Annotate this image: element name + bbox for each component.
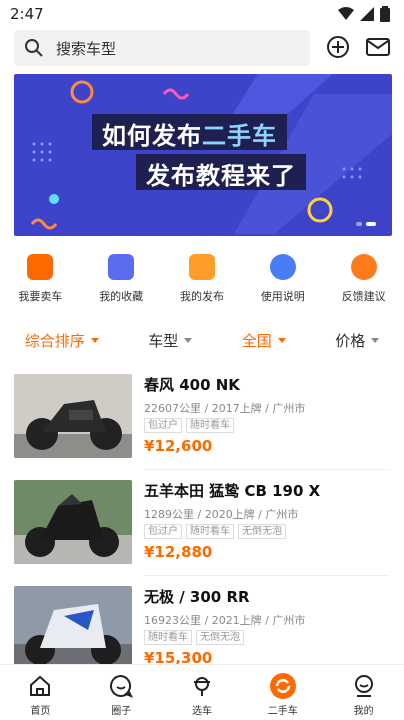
quick-feedback[interactable]: 反馈建议	[324, 250, 404, 310]
quick-favorites[interactable]: 我的收藏	[81, 250, 161, 310]
quick-nav: 我要卖车 我的收藏 我的发布 使用说明 反馈建议	[0, 250, 404, 310]
search-placeholder: 搜索车型	[56, 39, 117, 58]
tag: 随时看车	[144, 630, 192, 645]
my-posts-icon	[188, 254, 215, 280]
status-bar: 2:47	[0, 0, 404, 28]
feedback-icon	[350, 254, 377, 280]
filter-bar: 综合排序 车型 全国 价格	[0, 322, 404, 358]
listing-price: ¥12,880	[144, 543, 213, 561]
tag: 包过户	[144, 524, 182, 539]
listing-meta: 22607公里 / 2017上牌 / 广州市	[144, 402, 306, 415]
profile-icon	[351, 673, 377, 699]
promo-banner[interactable]: 如何发布二手车 发布教程来了	[14, 74, 392, 236]
wifi-icon	[338, 7, 354, 20]
used-car-icon	[269, 673, 296, 699]
choose-car-icon	[189, 673, 215, 699]
listing-thumbnail	[14, 480, 132, 564]
listing-meta: 16923公里 / 2021上牌 / 广州市	[144, 614, 306, 627]
search-input[interactable]: 搜索车型	[14, 30, 310, 66]
banner-headline-2: 发布教程来了	[136, 154, 306, 190]
tab-circle[interactable]: 圈子	[91, 665, 151, 720]
listing-title: 春风 400 NK	[144, 376, 240, 394]
divider	[144, 575, 390, 576]
battery-icon	[380, 6, 390, 22]
listing-thumbnail	[14, 374, 132, 458]
listing-thumbnail	[14, 586, 132, 670]
filter-region[interactable]: 全国	[242, 330, 286, 351]
chevron-down-icon	[371, 337, 380, 343]
bottom-nav: 首页 圈子 选车 二手车 我的	[0, 664, 404, 720]
banner-headline-1: 如何发布二手车	[92, 114, 287, 150]
home-icon	[27, 673, 53, 699]
chevron-down-icon	[90, 337, 99, 343]
filter-model[interactable]: 车型	[148, 330, 193, 351]
instructions-icon	[269, 254, 296, 280]
chevron-down-icon	[184, 337, 193, 343]
quick-instructions[interactable]: 使用说明	[243, 250, 323, 310]
add-circle-icon	[327, 36, 349, 58]
listing-meta: 1289公里 / 2020上牌 / 广州市	[144, 508, 299, 521]
favorites-icon	[108, 254, 135, 280]
messages-button[interactable]	[365, 34, 391, 60]
tab-home[interactable]: 首页	[10, 665, 70, 720]
divider	[144, 469, 390, 470]
listing-item[interactable]: 五羊本田 猛鸷 CB 190 X 1289公里 / 2020上牌 / 广州市 包…	[0, 476, 404, 576]
tag: 包过户	[144, 418, 182, 433]
tag: 随时看车	[186, 418, 234, 433]
listing-tags: 包过户 随时看车	[144, 418, 234, 433]
listing-title: 无极 / 300 RR	[144, 588, 250, 606]
listing-item[interactable]: 春风 400 NK 22607公里 / 2017上牌 / 广州市 包过户 随时看…	[0, 370, 404, 470]
listing-price: ¥12,600	[144, 437, 213, 455]
quick-sell-car[interactable]: 我要卖车	[0, 250, 80, 310]
banner-pagination	[356, 222, 376, 226]
search-row: 搜索车型	[0, 28, 404, 68]
signal-icon	[360, 7, 374, 21]
filter-sort[interactable]: 综合排序	[25, 330, 99, 351]
tab-choose-car[interactable]: 选车	[172, 665, 232, 720]
status-time: 2:47	[10, 5, 44, 23]
filter-price[interactable]: 价格	[335, 330, 380, 351]
tab-used-car[interactable]: 二手车	[253, 665, 313, 720]
tag: 随时看车	[186, 524, 234, 539]
tag: 无倒无泡	[196, 630, 244, 645]
chevron-down-icon	[277, 337, 286, 343]
listing-tags: 随时看车 无倒无泡	[144, 630, 244, 645]
search-icon	[25, 39, 43, 57]
sell-car-icon	[27, 254, 54, 280]
tag: 无倒无泡	[238, 524, 286, 539]
circle-icon	[108, 673, 134, 699]
tab-profile[interactable]: 我的	[334, 665, 394, 720]
mail-icon	[366, 38, 390, 56]
listing-title: 五羊本田 猛鸷 CB 190 X	[144, 482, 321, 500]
listing-tags: 包过户 随时看车 无倒无泡	[144, 524, 286, 539]
add-button[interactable]	[325, 34, 351, 60]
quick-my-posts[interactable]: 我的发布	[162, 250, 242, 310]
